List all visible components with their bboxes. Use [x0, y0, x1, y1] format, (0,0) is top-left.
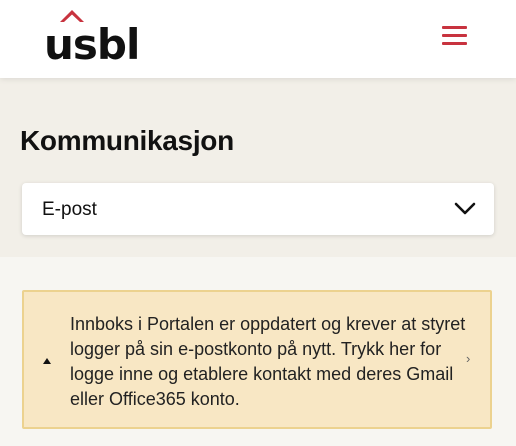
- select-value: E-post: [42, 199, 97, 220]
- logo-text: usbl: [44, 20, 140, 69]
- caret-up-icon: [43, 358, 51, 364]
- chevron-right-icon: ›: [466, 351, 471, 366]
- communication-type-select[interactable]: E-post: [22, 183, 494, 235]
- usbl-logo[interactable]: usbl: [44, 10, 140, 66]
- notice-text: Innboks i Portalen er oppdatert og kreve…: [70, 314, 466, 409]
- page-title: Kommunikasjon: [20, 125, 234, 156]
- chevron-down-icon: [454, 202, 476, 215]
- reconnect-mailbox-notice[interactable]: Innboks i Portalen er oppdatert og kreve…: [22, 290, 492, 429]
- top-header: usbl: [0, 0, 516, 78]
- hamburger-menu-icon[interactable]: [440, 24, 470, 48]
